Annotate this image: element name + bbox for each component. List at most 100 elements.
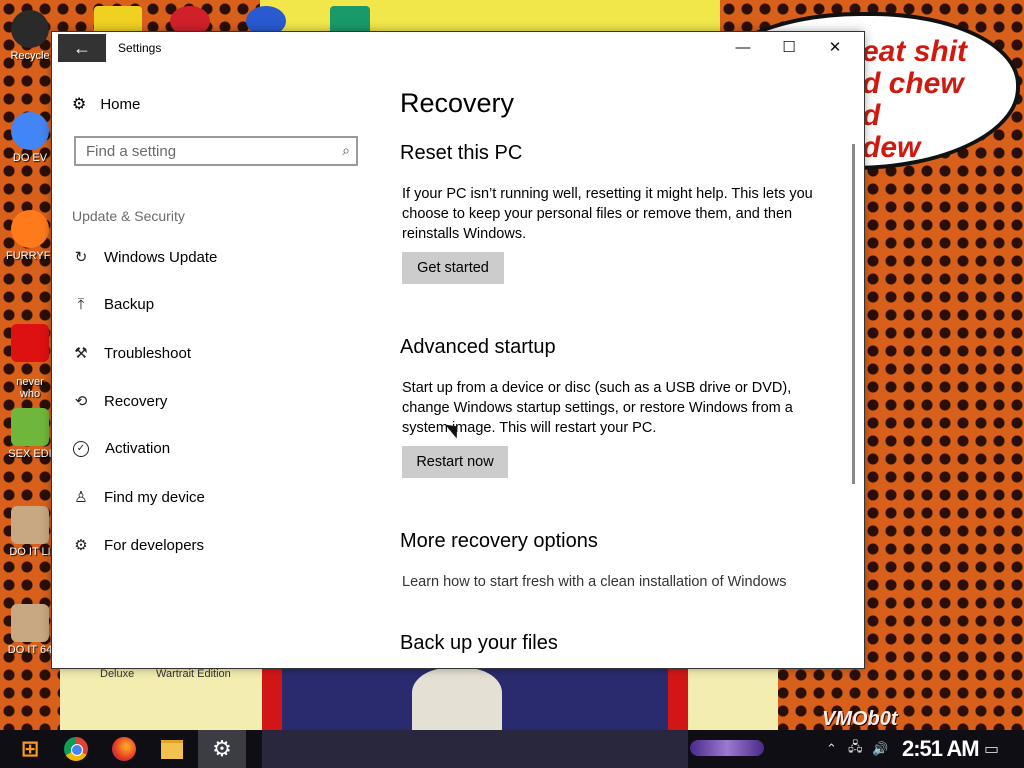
nav-home[interactable]: ⚙ Home: [72, 94, 140, 114]
history-icon: ⟲: [74, 393, 88, 410]
more-options-heading: More recovery options: [400, 530, 598, 552]
maximize-button[interactable]: ☐: [766, 32, 812, 62]
backup-heading: Back up your files: [400, 632, 558, 654]
sidebar-item-find-my-device[interactable]: ♙ Find my device: [72, 488, 205, 507]
chevron-up-icon: ⌃: [826, 741, 837, 756]
desktop-icon-label: Recycle: [10, 50, 50, 62]
art-stripe: [668, 668, 688, 730]
character-icon: [11, 408, 49, 446]
arrow-left-icon: ←: [73, 37, 91, 58]
window-title: Settings: [118, 41, 162, 55]
sidebar-item-label: Windows Update: [104, 248, 218, 266]
scrollbar[interactable]: [852, 144, 855, 484]
sidebar-item-label: Activation: [105, 440, 171, 457]
taskbar-chrome[interactable]: [52, 730, 100, 768]
sidebar-item-label: Find my device: [104, 488, 205, 506]
developer-tools-icon: ⚙: [74, 537, 88, 554]
check-circle-icon: ✓: [73, 440, 89, 457]
desktop-icon-label: SEX EDI: [8, 448, 52, 460]
taskbar-file-explorer[interactable]: [148, 730, 196, 768]
sidebar-item-for-developers[interactable]: ⚙ For developers: [72, 536, 205, 555]
sidebar-item-windows-update[interactable]: ↻ Windows Update: [72, 248, 218, 267]
sidebar-item-label: Troubleshoot: [104, 344, 191, 362]
reset-heading: Reset this PC: [400, 142, 523, 164]
sidebar-item-troubleshoot[interactable]: ⚒ Troubleshoot: [72, 344, 191, 363]
refresh-icon: ↻: [74, 249, 88, 266]
sidebar-item-label: For developers: [104, 536, 205, 554]
desktop-icon-label: DO IT LI: [9, 546, 51, 558]
taskbar-art: [262, 730, 688, 768]
firefox-icon: [11, 210, 49, 248]
action-center-button[interactable]: ▭: [984, 730, 999, 768]
notification-icon: ▭: [984, 741, 1000, 758]
desktop-icon-do-it-64[interactable]: DO IT 64: [6, 604, 54, 656]
minimize-icon: —: [735, 38, 751, 56]
close-icon: ✕: [828, 39, 842, 56]
taskbar-settings[interactable]: ⚙: [198, 730, 246, 768]
desktop-icon-label: FURRYFU: [6, 250, 59, 262]
sidebar-item-activation[interactable]: ✓ Activation: [72, 440, 170, 457]
settings-window: ← Settings — ☐ ✕ ⚙ Home Find a setting ⌕…: [52, 32, 864, 668]
get-started-button[interactable]: Get started: [402, 252, 504, 284]
close-button[interactable]: ✕: [812, 32, 858, 62]
nav-home-label: Home: [100, 95, 141, 113]
taskbar: ⊞ ⚙ ⌃ 🖧 🔊 2:51 AM ▭: [0, 730, 1024, 768]
volume-button[interactable]: 🔊: [872, 730, 888, 768]
dev-cpp-icon: [11, 324, 49, 362]
desktop-icon-firefox[interactable]: FURRYFU: [6, 210, 59, 262]
taskbar-clock[interactable]: 2:51 AM: [902, 736, 980, 762]
wrench-icon: ⚒: [74, 345, 88, 362]
search-input[interactable]: Find a setting ⌕: [74, 136, 358, 166]
chrome-icon: [64, 737, 88, 761]
wallpaper-art: [262, 668, 688, 730]
sidebar-item-recovery[interactable]: ⟲ Recovery: [72, 392, 168, 411]
desktop-icon-label: never who: [16, 376, 44, 400]
advanced-startup-heading: Advanced startup: [400, 336, 556, 358]
speaker-icon: 🔊: [872, 741, 889, 756]
sidebar-item-label: Recovery: [104, 392, 168, 410]
show-hidden-icons[interactable]: ⌃: [826, 730, 837, 768]
wallpaper-panel: [688, 668, 778, 730]
desktop-icon-do-it-li[interactable]: DO IT LI: [6, 506, 54, 558]
network-button[interactable]: 🖧: [848, 730, 863, 768]
wallpaper-watermark: VMOb0t: [822, 708, 898, 730]
desktop-icon-recycle-bin[interactable]: Recycle: [6, 10, 54, 62]
start-button[interactable]: ⊞: [6, 730, 54, 768]
gear-icon: ⚙: [212, 736, 232, 761]
sidebar-item-backup[interactable]: ⤒ Backup: [72, 296, 154, 313]
back-button[interactable]: ←: [58, 34, 106, 62]
clean-install-link[interactable]: Learn how to start fresh with a clean in…: [402, 574, 786, 590]
desktop-icon-dev[interactable]: never who: [6, 312, 54, 412]
art-stripe: [262, 668, 282, 730]
reset-description: If your PC isn’t running well, resetting…: [402, 186, 813, 242]
upload-arrow-icon: ⤒: [77, 296, 85, 313]
gear-icon: ⚙: [72, 96, 87, 113]
wallpaper-caption: Wartrait Edition: [156, 668, 231, 680]
portrait-icon: [11, 506, 49, 544]
wallpaper-caption: Deluxe: [100, 668, 135, 680]
sidebar-item-label: Backup: [104, 296, 155, 313]
title-bar[interactable]: ← Settings — ☐ ✕: [52, 32, 864, 64]
art-figure: [412, 668, 502, 730]
chrome-icon: [11, 112, 49, 150]
taskbar-art: [690, 740, 764, 756]
person-icon: ♙: [74, 489, 88, 506]
recycle-bin-icon: [11, 10, 49, 48]
firefox-icon: [112, 737, 136, 761]
taskbar-firefox[interactable]: [100, 730, 148, 768]
desktop-icon-sex-edi[interactable]: SEX EDI: [6, 408, 54, 460]
minimize-button[interactable]: —: [720, 32, 766, 62]
desktop-icon-label: DO EV: [12, 152, 48, 164]
portrait-icon: [11, 604, 49, 642]
maximize-icon: ☐: [782, 39, 796, 56]
desktop-icon-chrome[interactable]: DO EV: [6, 112, 54, 164]
restart-now-button[interactable]: Restart now: [402, 446, 508, 478]
network-icon: 🖧: [848, 739, 863, 754]
nav-group-title: Update & Security: [72, 208, 185, 224]
speech-bubble-text: eat shit d chew d dew: [862, 35, 968, 164]
advanced-startup-description: Start up from a device or disc (such as …: [402, 380, 793, 436]
search-icon: ⌕: [342, 142, 350, 158]
desktop-icon-label: DO IT 64: [7, 644, 53, 656]
page-title: Recovery: [400, 88, 515, 118]
folder-icon: [161, 739, 183, 759]
